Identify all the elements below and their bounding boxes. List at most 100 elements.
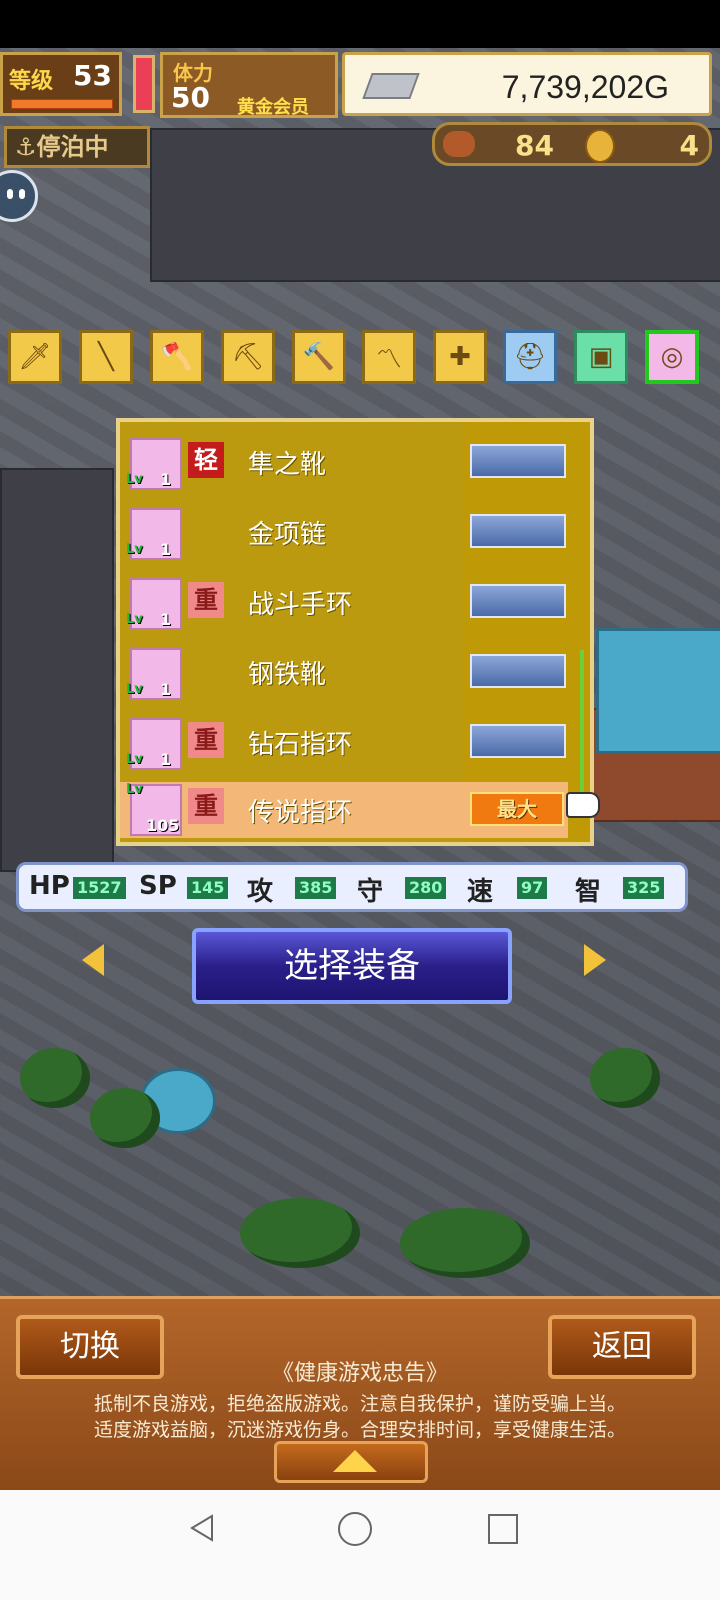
category-accessory[interactable]: ◎: [645, 330, 699, 384]
expand-menu-button[interactable]: [274, 1441, 428, 1483]
lv-value: 105: [146, 816, 180, 835]
medal-icon: [585, 129, 615, 163]
tree: [20, 1048, 90, 1108]
int-label: 智: [575, 877, 602, 907]
lv-label: Lv: [126, 682, 143, 697]
lv-value: 1: [160, 610, 172, 629]
lv-label: Lv: [126, 542, 143, 557]
weight-tag: 重: [188, 722, 224, 758]
stamina-panel[interactable]: 体力 50 黄金会员: [160, 52, 338, 118]
tree: [90, 1088, 160, 1148]
list-item[interactable]: Lv 1 钢铁靴: [120, 636, 568, 706]
int-value: 325: [623, 877, 665, 899]
nav-recents-icon[interactable]: [488, 1514, 518, 1544]
def-label: 守: [357, 877, 384, 907]
health-notice-line: 抵制不良游戏，拒绝盗版游戏。注意自我保护，谨防受骗上当。: [93, 1393, 626, 1415]
category-helmet[interactable]: ⛑: [503, 330, 557, 384]
list-item[interactable]: Lv 1 金项链: [120, 496, 568, 566]
dock-status[interactable]: ⚓停泊中: [4, 126, 150, 168]
stats-bar: HP 1527 SP 145 攻 385 守 280 速 97 智 325: [16, 862, 688, 912]
health-notice-line: 适度游戏益脑，沉迷游戏伤身。合理安排时间，享受健康生活。: [93, 1419, 626, 1441]
atk-value: 385: [295, 877, 337, 899]
list-item-selected[interactable]: Lv 105 重 传说指环 最大: [120, 782, 568, 838]
medal-value: 4: [679, 129, 699, 162]
slot-bar: [470, 584, 566, 618]
armor-icon: ▣: [588, 342, 614, 372]
slot-bar: [470, 444, 566, 478]
tree: [590, 1048, 660, 1108]
nav-home-icon[interactable]: [338, 1512, 372, 1546]
sp-label: SP: [139, 871, 177, 901]
vip-badge: 黄金会员: [237, 97, 309, 118]
category-armor[interactable]: ▣: [574, 330, 628, 384]
level-value: 53: [73, 59, 112, 92]
level-label: 等级: [9, 69, 54, 94]
item-name: 金项链: [248, 520, 327, 550]
spd-label: 速: [467, 877, 494, 907]
arrow-right-icon[interactable]: [584, 944, 606, 976]
category-axe[interactable]: 🪓: [150, 330, 204, 384]
category-staff[interactable]: ╲: [79, 330, 133, 384]
resource-panel: 84 4: [432, 122, 712, 166]
item-name: 钻石指环: [248, 730, 353, 760]
arrow-left-icon[interactable]: [82, 944, 104, 976]
category-sword[interactable]: 🗡: [8, 330, 62, 384]
gold-amount: 7,739,202G: [501, 69, 669, 105]
crossbow-icon: ✚: [449, 342, 471, 372]
item-name: 传说指环: [248, 798, 353, 828]
accessory-icon: ◎: [660, 342, 684, 372]
status-bar: [0, 0, 720, 48]
item-name: 隼之靴: [248, 450, 327, 480]
list-item[interactable]: Lv 1 重 战斗手环: [120, 566, 568, 636]
hp-value: 1527: [73, 877, 126, 899]
slot-bar: [470, 514, 566, 548]
lv-label: Lv: [126, 752, 143, 767]
scrollbar[interactable]: [580, 650, 584, 800]
sp-value: 145: [187, 877, 229, 899]
sword-icon: 🗡: [18, 342, 52, 372]
lv-value: 1: [160, 680, 172, 699]
select-equipment-button[interactable]: 选择装备: [192, 928, 512, 1004]
slot-bar: [470, 654, 566, 688]
tree: [240, 1198, 360, 1268]
bottom-panel: 切换 返回 《健康游戏忠告》 抵制不良游戏，拒绝盗版游戏。注意自我保护，谨防受骗…: [0, 1296, 720, 1493]
exp-bar: [11, 99, 113, 109]
lv-label: Lv: [126, 782, 143, 797]
list-item[interactable]: Lv 1 轻 隼之靴: [120, 426, 568, 496]
max-badge: 最大: [470, 792, 564, 826]
stamina-gauge: [133, 55, 155, 113]
weight-tag: 轻: [188, 442, 224, 478]
dock-status-label: 停泊中: [36, 133, 109, 161]
axe-icon: 🪓: [160, 342, 194, 372]
pickaxe-icon: ⛏: [231, 342, 265, 372]
category-crossbow[interactable]: ✚: [433, 330, 487, 384]
category-pickaxe[interactable]: ⛏: [221, 330, 275, 384]
category-hammer[interactable]: 🔨: [292, 330, 346, 384]
spd-value: 97: [517, 877, 548, 899]
list-item[interactable]: Lv 1 重 钻石指环: [120, 706, 568, 776]
weight-tag: 重: [188, 582, 224, 618]
weight-tag: 重: [188, 788, 224, 824]
nav-back-icon[interactable]: [188, 1514, 216, 1542]
equipment-list[interactable]: Lv 1 轻 隼之靴 Lv 1 金项链 Lv 1 重 战斗手环 Lv 1 钢铁靴…: [116, 418, 594, 846]
water-pool: [596, 628, 720, 754]
lv-label: Lv: [126, 472, 143, 487]
eye-icon: [7, 189, 13, 199]
lv-label: Lv: [126, 612, 143, 627]
food-value: 84: [515, 129, 554, 162]
atk-label: 攻: [247, 877, 274, 907]
item-name: 战斗手环: [248, 590, 353, 620]
slot-bar: [470, 724, 566, 758]
level-panel: 等级 53: [0, 52, 122, 116]
stamina-value: 50: [171, 81, 210, 114]
chevron-up-icon: [333, 1450, 377, 1472]
tree: [400, 1208, 530, 1278]
staff-icon: ╲: [98, 342, 114, 372]
whip-icon: 〽: [375, 344, 402, 375]
item-name: 钢铁靴: [248, 660, 327, 690]
castle-tower: [0, 468, 114, 872]
eye-icon: [19, 189, 25, 199]
gold-panel[interactable]: 7,739,202G: [342, 52, 712, 116]
hammer-icon: 🔨: [302, 342, 336, 372]
category-whip[interactable]: 〽: [362, 330, 416, 384]
